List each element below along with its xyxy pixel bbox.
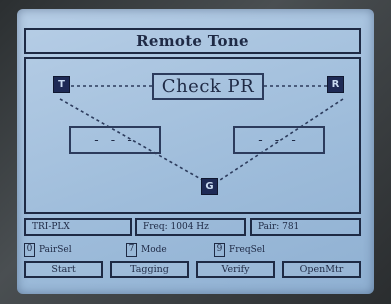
freq-status: Freq: 1004 Hz	[135, 218, 246, 236]
key-number: 9	[214, 243, 225, 257]
screen-title: Remote Tone	[136, 32, 249, 50]
key-pairsel[interactable]: 0 PairSel	[24, 242, 72, 258]
key-label: Mode	[141, 245, 167, 255]
title-bar: Remote Tone	[24, 28, 361, 54]
key-freqsel[interactable]: 9 FreqSel	[214, 242, 265, 258]
right-value-box: - - -	[233, 126, 325, 154]
mode-status: TRI-PLX	[24, 218, 132, 236]
status-row: TRI-PLX Freq: 1004 Hz Pair: 781	[24, 218, 361, 236]
key-legend: 0 PairSel 7 Mode 9 FreqSel	[22, 242, 362, 258]
tagging-button[interactable]: Tagging	[110, 261, 189, 278]
start-button[interactable]: Start	[24, 261, 103, 278]
key-label: PairSel	[39, 245, 72, 255]
check-pr-label: Check PR	[152, 73, 264, 100]
key-mode[interactable]: 7 Mode	[126, 242, 167, 258]
left-value-box: - - -	[69, 126, 161, 154]
key-number: 7	[126, 243, 137, 257]
node-g-icon: G	[202, 179, 217, 194]
openmtr-button[interactable]: OpenMtr	[282, 261, 361, 278]
key-label: FreqSel	[229, 245, 266, 255]
diagram-panel: T R G Check PR - - - - - -	[24, 57, 361, 214]
node-r-icon: R	[328, 77, 343, 92]
pair-status: Pair: 781	[250, 218, 361, 236]
node-t-icon: T	[54, 77, 69, 92]
softkey-bar: Start Tagging Verify OpenMtr	[24, 261, 361, 279]
key-number: 0	[24, 243, 35, 257]
verify-button[interactable]: Verify	[196, 261, 275, 278]
